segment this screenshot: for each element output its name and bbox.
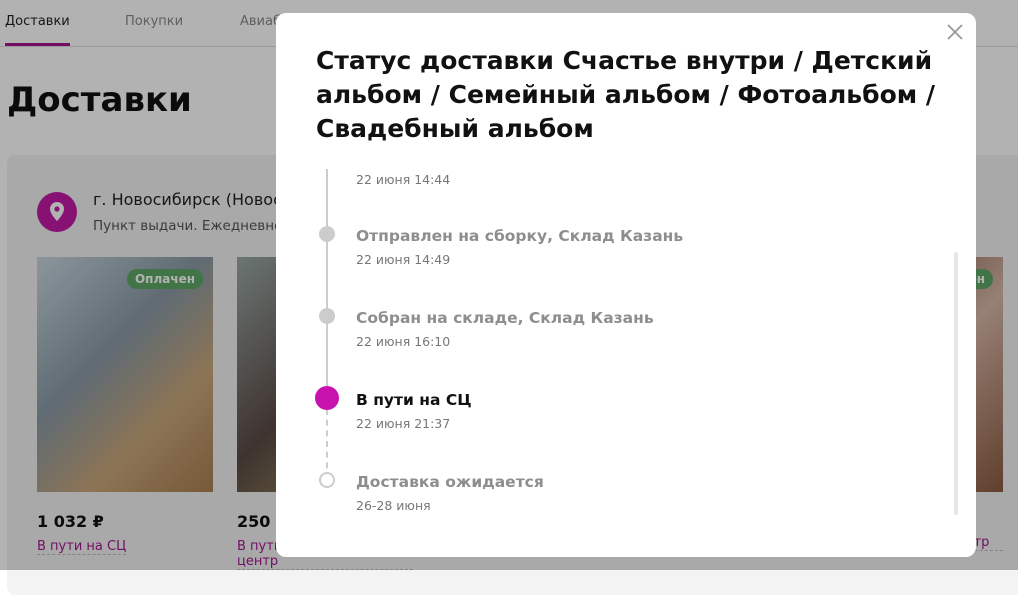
- delivery-status-modal: Статус доставки Счастье внутри / Детский…: [276, 13, 976, 557]
- timeline-event: Отправлен на сборку, Склад Казань 22 июня…: [356, 227, 684, 267]
- timeline-dot: [319, 226, 335, 242]
- timeline-dot-current: [315, 386, 339, 410]
- scrollbar[interactable]: [954, 252, 958, 515]
- timeline-event: Доставка ожидается 26-28 июня: [356, 473, 544, 513]
- timeline-event-current: В пути на СЦ 22 июня 21:37: [356, 391, 472, 431]
- timeline-line-pending: [326, 409, 328, 479]
- timeline-dot: [319, 308, 335, 324]
- close-icon[interactable]: [946, 23, 964, 45]
- modal-title: Статус доставки Счастье внутри / Детский…: [316, 46, 936, 143]
- timeline-dot-pending: [319, 472, 335, 488]
- timeline-event: 22 июня 14:44: [356, 172, 451, 187]
- status-timeline: 22 июня 14:44 Отправлен на сборку, Склад…: [276, 169, 956, 557]
- timeline-event: Собран на складе, Склад Казань 22 июня 16…: [356, 309, 654, 349]
- timeline-line: [326, 169, 328, 399]
